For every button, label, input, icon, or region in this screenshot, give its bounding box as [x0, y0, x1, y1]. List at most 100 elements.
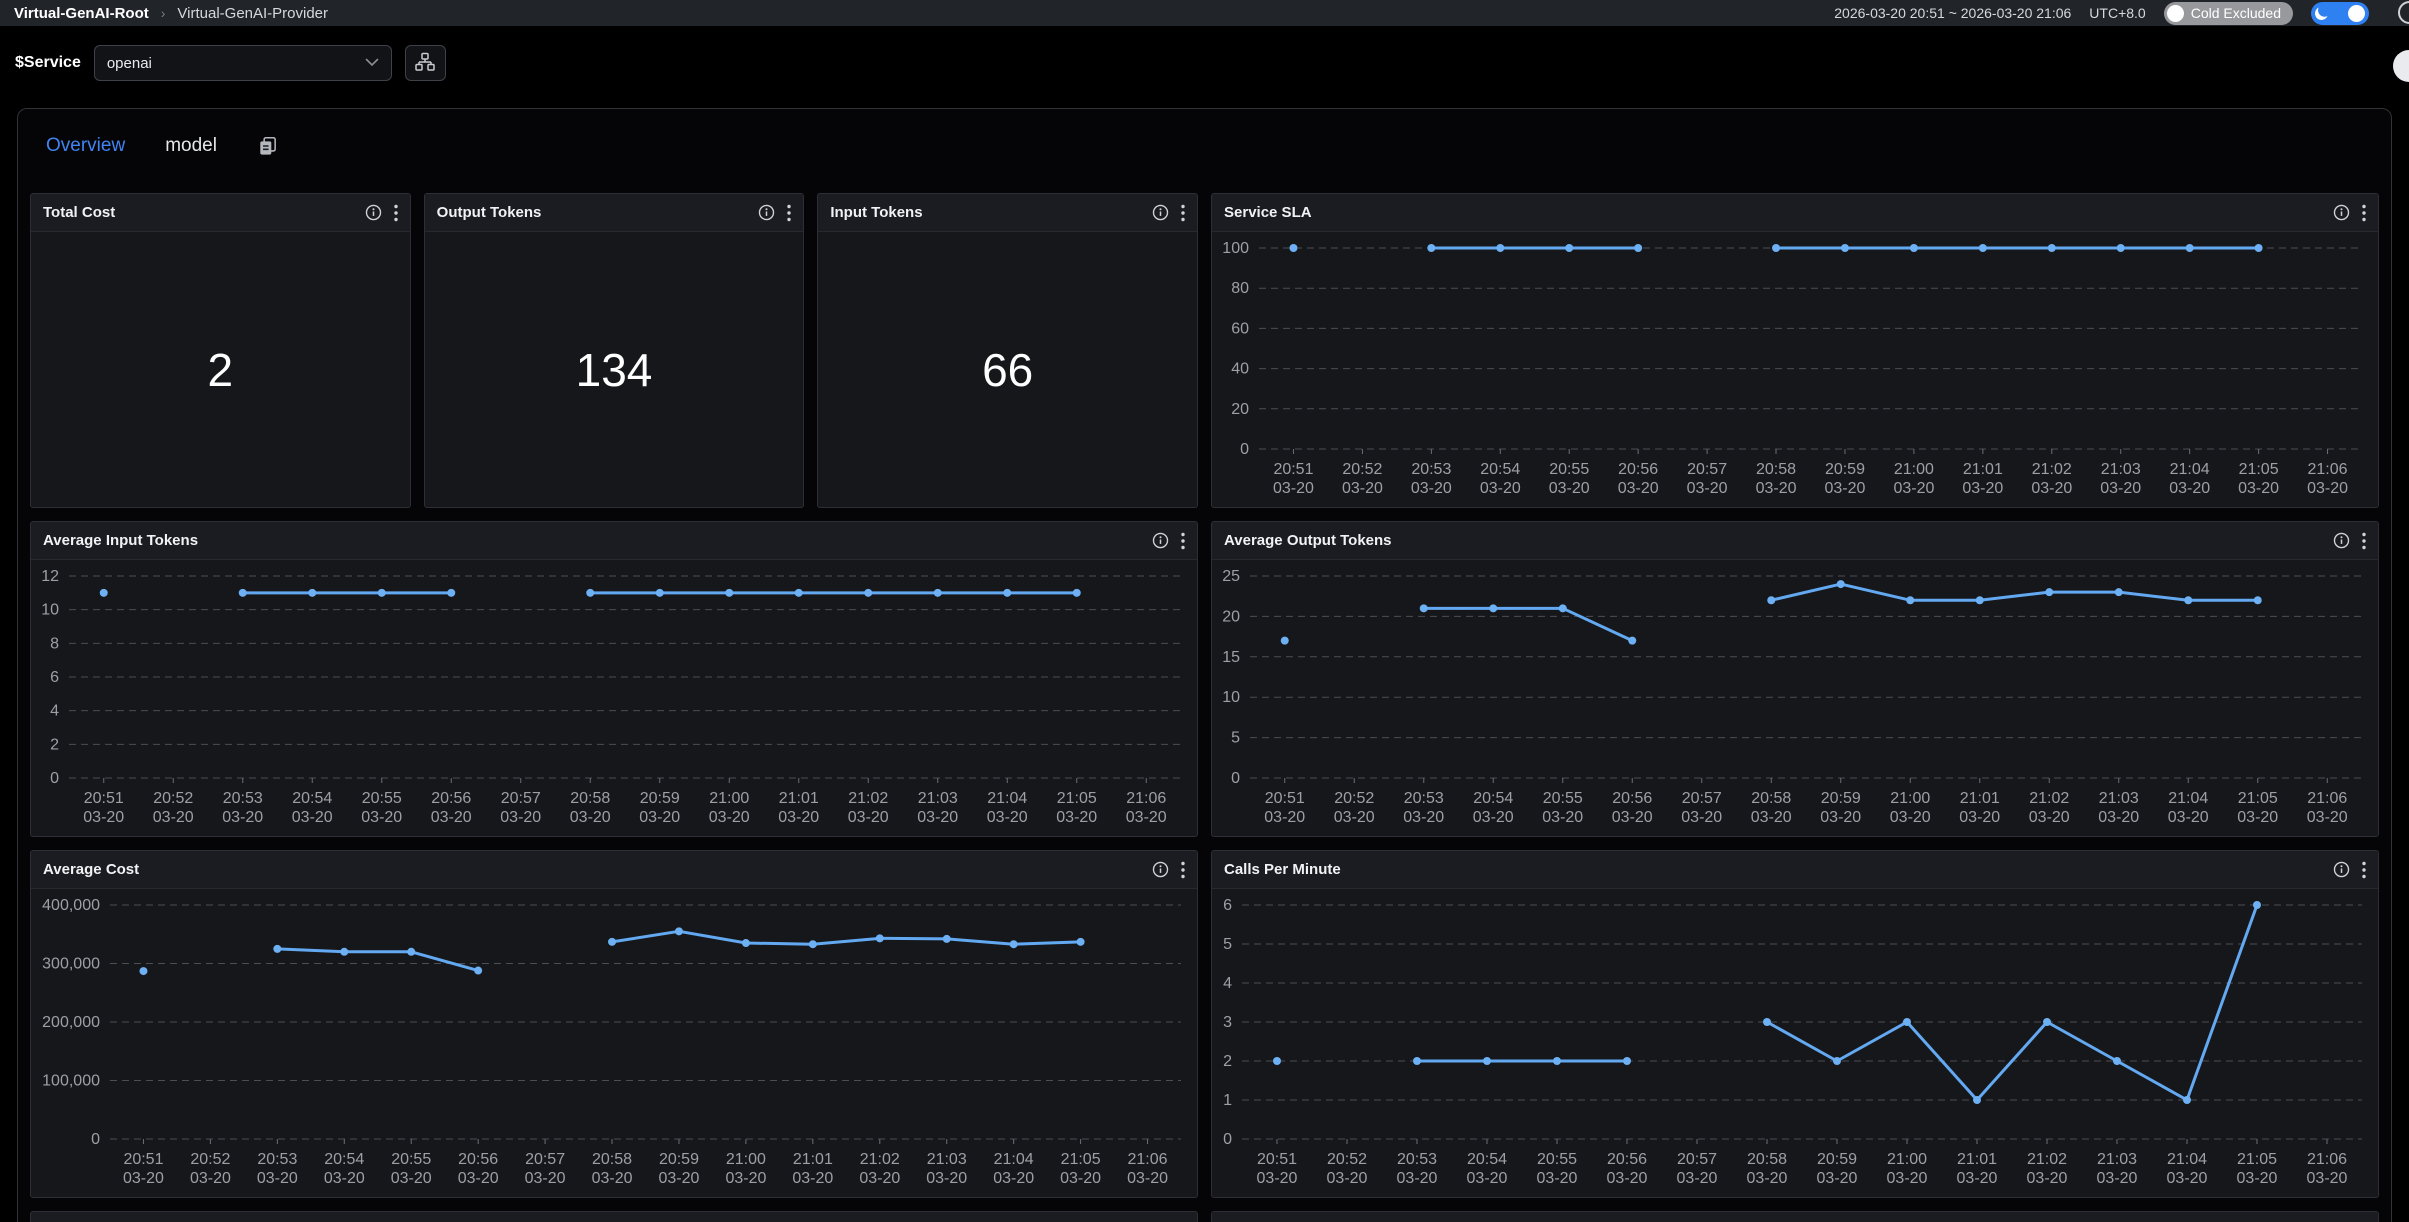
kebab-menu-icon[interactable]: [1181, 861, 1185, 879]
svg-text:20:53: 20:53: [1411, 461, 1451, 478]
svg-text:03-20: 03-20: [1257, 1170, 1298, 1187]
tab-model[interactable]: model: [165, 135, 217, 157]
svg-text:03-20: 03-20: [1126, 809, 1167, 826]
svg-text:21:05: 21:05: [2237, 1151, 2277, 1168]
tab-overview[interactable]: Overview: [46, 135, 125, 157]
svg-text:21:03: 21:03: [927, 1151, 967, 1168]
svg-text:20:58: 20:58: [570, 790, 610, 807]
toggle-knob: [2348, 5, 2365, 22]
service-select-value: openai: [107, 55, 152, 72]
info-icon[interactable]: [2333, 861, 2350, 878]
info-icon[interactable]: [2333, 532, 2350, 549]
svg-text:20:56: 20:56: [458, 1151, 498, 1168]
copy-icon[interactable]: [257, 135, 279, 157]
info-icon[interactable]: [758, 204, 775, 221]
svg-text:20:51: 20:51: [1257, 1151, 1297, 1168]
svg-text:21:02: 21:02: [860, 1151, 900, 1168]
svg-text:20:51: 20:51: [123, 1151, 163, 1168]
timezone-selector[interactable]: UTC+8.0: [2089, 5, 2145, 21]
svg-text:300,000: 300,000: [42, 956, 100, 973]
svg-text:03-20: 03-20: [458, 1170, 499, 1187]
kebab-menu-icon[interactable]: [394, 204, 398, 222]
svg-text:5: 5: [1223, 936, 1232, 953]
topology-icon: [414, 52, 436, 75]
svg-text:21:03: 21:03: [918, 790, 958, 807]
kebab-menu-icon[interactable]: [1181, 532, 1185, 550]
info-icon[interactable]: [1152, 861, 1169, 878]
panel-title: Output Tokens: [437, 204, 542, 221]
kebab-menu-icon[interactable]: [1181, 204, 1185, 222]
svg-text:20:58: 20:58: [1751, 790, 1791, 807]
svg-text:03-20: 03-20: [1618, 480, 1659, 497]
kebab-menu-icon[interactable]: [787, 204, 791, 222]
svg-text:1: 1: [1223, 1092, 1232, 1109]
average-output-tokens-chart[interactable]: 051015202520:5103-2020:5203-2020:5303-20…: [1212, 560, 2378, 837]
topology-button[interactable]: [405, 45, 446, 81]
kebab-menu-icon[interactable]: [2362, 204, 2366, 222]
svg-text:03-20: 03-20: [1327, 1170, 1368, 1187]
service-variable-label: $Service: [15, 54, 81, 72]
svg-text:03-20: 03-20: [2169, 480, 2210, 497]
service-sla-chart[interactable]: 02040608010020:5103-2020:5203-2020:5303-…: [1212, 232, 2378, 508]
tab-bar: Overview model: [18, 109, 2391, 159]
svg-text:03-20: 03-20: [361, 809, 402, 826]
panel-average-output-tokens: Average Output Tokens 051015202520:5103-…: [1211, 521, 2379, 837]
svg-text:20:54: 20:54: [292, 790, 332, 807]
svg-text:03-20: 03-20: [525, 1170, 566, 1187]
svg-text:10: 10: [1222, 689, 1240, 706]
service-select[interactable]: openai: [94, 45, 392, 81]
panel-total-cost: Total Cost 2: [30, 193, 411, 508]
svg-text:20: 20: [1231, 401, 1249, 418]
cut-off-control[interactable]: [2393, 50, 2409, 82]
calls-per-minute-chart[interactable]: 012345620:5103-2020:5203-2020:5303-2020:…: [1212, 889, 2378, 1198]
svg-text:20:55: 20:55: [1543, 790, 1583, 807]
svg-text:03-20: 03-20: [153, 809, 194, 826]
stat-value: 2: [208, 343, 234, 397]
svg-text:20:56: 20:56: [1618, 461, 1658, 478]
kebab-menu-icon[interactable]: [2362, 861, 2366, 879]
svg-text:0: 0: [91, 1131, 100, 1148]
breadcrumb-root-link[interactable]: Virtual-GenAI-Root: [14, 5, 149, 22]
cut-off-control[interactable]: [2398, 1, 2409, 24]
svg-text:21:01: 21:01: [1960, 790, 2000, 807]
info-icon[interactable]: [1152, 204, 1169, 221]
partial-panel: [30, 1211, 1198, 1222]
svg-text:20:59: 20:59: [659, 1151, 699, 1168]
svg-text:20:53: 20:53: [1397, 1151, 1437, 1168]
svg-text:21:03: 21:03: [2101, 461, 2141, 478]
svg-text:21:06: 21:06: [1128, 1151, 1168, 1168]
svg-text:03-20: 03-20: [1893, 480, 1934, 497]
svg-text:15: 15: [1222, 649, 1240, 666]
svg-text:21:04: 21:04: [987, 790, 1027, 807]
svg-text:03-20: 03-20: [2098, 809, 2139, 826]
panel-title: Service SLA: [1224, 204, 1312, 221]
svg-text:20:54: 20:54: [324, 1151, 364, 1168]
svg-text:03-20: 03-20: [2031, 480, 2072, 497]
svg-text:03-20: 03-20: [1612, 809, 1653, 826]
svg-text:03-20: 03-20: [570, 809, 611, 826]
info-icon[interactable]: [2333, 204, 2350, 221]
svg-text:03-20: 03-20: [1467, 1170, 1508, 1187]
svg-text:03-20: 03-20: [792, 1170, 833, 1187]
average-input-tokens-chart[interactable]: 02468101220:5103-2020:5203-2020:5303-202…: [31, 560, 1197, 837]
average-cost-chart[interactable]: 0100,000200,000300,000400,00020:5103-202…: [31, 889, 1197, 1198]
svg-text:3: 3: [1223, 1014, 1232, 1031]
cold-excluded-toggle[interactable]: Cold Excluded: [2164, 2, 2293, 25]
svg-text:03-20: 03-20: [123, 1170, 164, 1187]
svg-text:03-20: 03-20: [391, 1170, 432, 1187]
info-icon[interactable]: [1152, 532, 1169, 549]
time-range-picker[interactable]: 2026-03-20 20:51 ~ 2026-03-20 21:06: [1834, 5, 2071, 21]
svg-text:20:53: 20:53: [257, 1151, 297, 1168]
svg-text:20:53: 20:53: [1404, 790, 1444, 807]
svg-text:03-20: 03-20: [1687, 480, 1728, 497]
theme-toggle[interactable]: [2311, 2, 2369, 25]
svg-text:03-20: 03-20: [2237, 809, 2278, 826]
kebab-menu-icon[interactable]: [2362, 532, 2366, 550]
svg-text:03-20: 03-20: [1820, 809, 1861, 826]
info-icon[interactable]: [365, 204, 382, 221]
breadcrumb-separator-icon: ›: [161, 5, 166, 21]
svg-text:21:04: 21:04: [2168, 790, 2208, 807]
svg-text:03-20: 03-20: [1342, 480, 1383, 497]
svg-text:03-20: 03-20: [222, 809, 263, 826]
svg-text:21:03: 21:03: [2099, 790, 2139, 807]
